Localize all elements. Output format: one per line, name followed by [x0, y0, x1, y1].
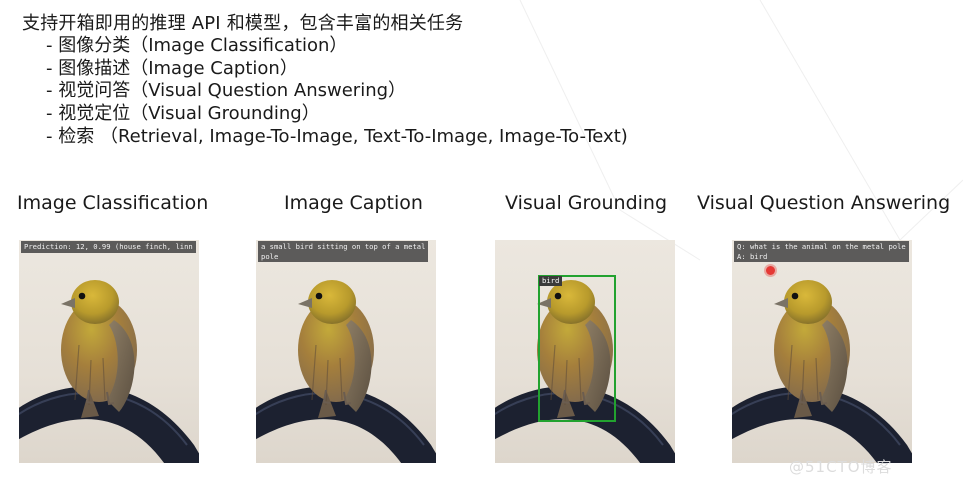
grounding-bounding-box: [538, 275, 616, 422]
click-marker-icon: [766, 266, 775, 275]
grounding-box-label: bird: [539, 276, 563, 286]
panel-image-caption: a small bird sitting on top of a metal p…: [256, 240, 436, 463]
task-item-caption: - 图像描述（Image Caption）: [46, 57, 298, 79]
watermark: @51CTO博客: [789, 458, 893, 476]
task-item-classification: - 图像分类（Image Classification）: [46, 35, 348, 56]
bird-image: [19, 279, 199, 463]
task-list: - 图像分类（Image Classification） - 图像描述（Imag…: [46, 35, 628, 149]
panel-title-grounding: Visual Grounding: [505, 192, 668, 214]
panel-vqa: Q: what is the animal on the metal pole …: [732, 240, 912, 463]
prediction-overlay: Prediction: 12, 0.99 (house finch, linn: [21, 241, 196, 253]
vqa-overlay: Q: what is the animal on the metal pole …: [734, 241, 909, 262]
slide-heading: 支持开箱即用的推理 API 和模型，包含丰富的相关任务: [22, 13, 464, 34]
panel-image-classification: Prediction: 12, 0.99 (house finch, linn: [19, 240, 199, 463]
bird-image: [732, 279, 912, 463]
panel-visual-grounding: bird: [495, 240, 675, 463]
bird-image: [256, 279, 436, 463]
panel-title-classification: Image Classification: [17, 192, 209, 214]
panel-title-caption: Image Caption: [284, 192, 423, 214]
panel-title-vqa: Visual Question Answering: [697, 192, 951, 214]
task-item-grounding: - 视觉定位（Visual Grounding）: [46, 103, 320, 125]
caption-overlay: a small bird sitting on top of a metal p…: [258, 241, 429, 262]
task-item-retrieval: - 检索 （Retrieval, Image-To-Image, Text-To…: [46, 125, 628, 147]
task-item-vqa: - 视觉问答（Visual Question Answering）: [46, 80, 407, 102]
